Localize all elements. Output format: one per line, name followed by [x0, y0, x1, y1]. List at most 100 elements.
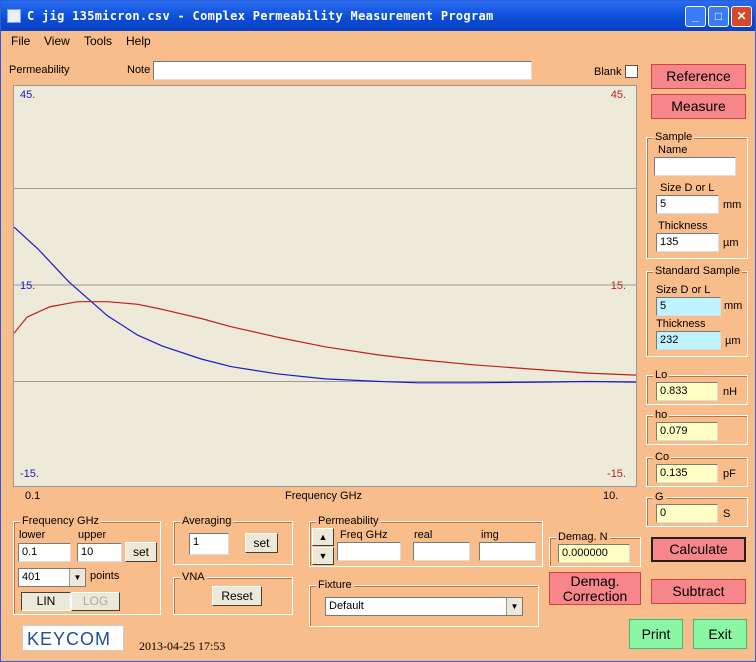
lo-input[interactable]: 0.833 — [656, 382, 718, 401]
timestamp: 2013-04-25 17:53 — [139, 639, 226, 653]
exit-button[interactable]: Exit — [693, 619, 747, 649]
right-tick-2: -15. — [607, 468, 626, 480]
series-line-0 — [14, 226, 636, 384]
perm-img-label: img — [481, 529, 499, 541]
sample-thickness-input[interactable]: 135 — [656, 233, 719, 252]
plot-area: 45. 45. 15. 15. -15. -15. — [13, 85, 637, 487]
fixture-dropdown[interactable]: Default ▼ — [325, 597, 523, 616]
perm-real-input[interactable] — [413, 542, 470, 561]
freq-up-button[interactable]: ▲ — [312, 528, 334, 546]
ho-label: ho — [653, 409, 670, 421]
points-value: 401 — [22, 571, 41, 583]
maximize-button[interactable]: □ — [708, 6, 729, 27]
set-frequency-button[interactable]: set — [125, 542, 157, 562]
co-input[interactable]: 0.135 — [656, 464, 718, 483]
lo-label: Lo — [653, 369, 670, 381]
points-label: points — [90, 570, 120, 582]
sample-name-label: Name — [658, 144, 688, 156]
log-toggle[interactable]: LOG — [71, 592, 120, 611]
averaging-input[interactable]: 1 — [189, 533, 229, 555]
app-window: C jig 135micron.csv - Complex Permeabili… — [0, 0, 756, 662]
demag-correction-button[interactable]: Demag. Correction — [549, 572, 641, 605]
demag-button-line1: Demag. — [570, 573, 620, 589]
left-tick-1: 15. — [20, 280, 35, 292]
note-label: Note — [127, 64, 151, 76]
sample-size-unit: mm — [723, 199, 742, 211]
menu-bar: File View Tools Help — [1, 31, 755, 51]
subtract-button[interactable]: Subtract — [651, 579, 746, 604]
demag-input[interactable]: 0.000000 — [558, 544, 630, 563]
sample-thickness-unit: µm — [723, 237, 739, 249]
perm-freq-label: Freq GHz — [340, 529, 388, 541]
g-label: G — [653, 491, 666, 503]
demag-label: Demag. N — [556, 531, 610, 543]
blank-checkbox[interactable] — [625, 65, 638, 78]
note-input[interactable] — [153, 61, 532, 80]
blank-label: Blank — [594, 66, 622, 78]
standard-thickness-unit: µm — [725, 335, 741, 347]
ho-input[interactable]: 0.079 — [656, 422, 718, 441]
keycom-logo: KEYCOM — [22, 625, 124, 651]
x-axis-label: Frequency GHz — [285, 490, 363, 502]
vna-group-label: VNA — [180, 571, 207, 583]
co-unit: pF — [723, 468, 736, 480]
chevron-down-icon: ▼ — [506, 598, 522, 615]
menu-tools[interactable]: Tools — [84, 34, 112, 48]
standard-thickness-label: Thickness — [656, 318, 706, 330]
sample-size-input[interactable]: 5 — [656, 195, 719, 214]
logo-text: KEYCOM — [27, 629, 112, 649]
lo-unit: nH — [723, 386, 738, 398]
sample-group-label: Sample — [653, 131, 695, 143]
left-tick-0: 45. — [20, 89, 35, 101]
menu-file[interactable]: File — [11, 34, 30, 48]
x-tick-max: 10. — [603, 490, 619, 502]
menu-view[interactable]: View — [44, 34, 70, 48]
x-tick-min: 0.1 — [25, 490, 41, 502]
perm-real-label: real — [414, 529, 433, 541]
sample-size-label: Size D or L — [660, 182, 715, 194]
permeability-chart: 45. 45. 15. 15. -15. -15. — [14, 89, 636, 480]
demag-button-line2: Correction — [562, 588, 628, 604]
standard-size-input[interactable]: 5 — [656, 297, 721, 316]
points-dropdown[interactable]: 401 ▼ — [18, 568, 86, 587]
standard-size-label: Size D or L — [656, 284, 711, 296]
sample-name-input[interactable] — [654, 157, 736, 176]
g-unit: S — [723, 508, 731, 520]
freq-down-button[interactable]: ▼ — [312, 547, 334, 565]
standard-sample-group-label: Standard Sample — [653, 265, 742, 277]
g-input[interactable]: 0 — [656, 504, 718, 523]
upper-label: upper — [78, 529, 107, 541]
co-label: Co — [653, 451, 672, 463]
menu-help[interactable]: Help — [126, 34, 151, 48]
print-button[interactable]: Print — [629, 619, 683, 649]
lower-freq-input[interactable]: 0.1 — [18, 543, 71, 562]
chevron-down-icon: ▼ — [69, 569, 85, 586]
right-tick-0: 45. — [611, 89, 626, 101]
minimize-button[interactable]: _ — [685, 6, 706, 27]
fixture-value: Default — [329, 600, 364, 612]
right-tick-1: 15. — [611, 280, 626, 292]
standard-thickness-input[interactable]: 232 — [656, 331, 721, 350]
lower-label: lower — [19, 529, 46, 541]
close-button[interactable]: ✕ — [731, 6, 752, 27]
app-icon — [7, 9, 21, 23]
calculate-button[interactable]: Calculate — [651, 537, 746, 562]
upper-freq-input[interactable]: 10 — [77, 543, 122, 562]
perm-freq-input[interactable] — [337, 542, 401, 561]
series-line-1 — [14, 301, 636, 376]
permeability-label: Permeability — [9, 64, 70, 76]
standard-size-unit: mm — [724, 300, 743, 312]
window-title: C jig 135micron.csv - Complex Permeabili… — [27, 9, 494, 23]
fixture-group-label: Fixture — [316, 579, 354, 591]
reset-button[interactable]: Reset — [212, 586, 262, 606]
left-tick-2: -15. — [20, 468, 39, 480]
reference-button[interactable]: Reference — [651, 64, 746, 89]
perm-img-input[interactable] — [479, 542, 536, 561]
sample-thickness-label: Thickness — [658, 220, 708, 232]
permeability-group-label: Permeability — [316, 515, 381, 527]
title-bar: C jig 135micron.csv - Complex Permeabili… — [1, 1, 755, 31]
measure-button[interactable]: Measure — [651, 94, 746, 119]
lin-toggle[interactable]: LIN — [21, 592, 71, 611]
frequency-group-label: Frequency GHz — [20, 515, 102, 527]
set-averaging-button[interactable]: set — [245, 533, 278, 553]
